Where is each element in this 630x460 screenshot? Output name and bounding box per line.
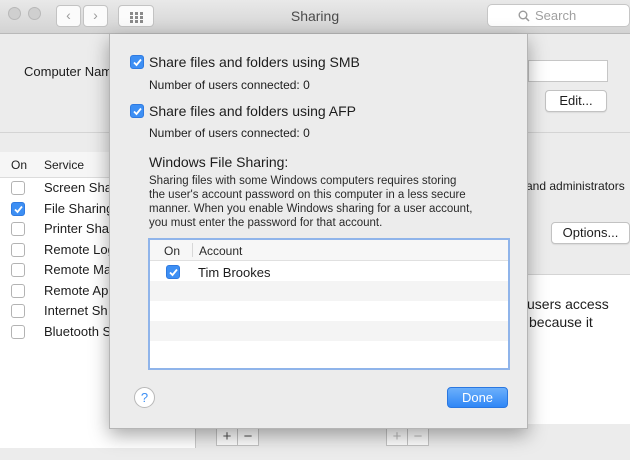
service-checkbox[interactable]	[11, 181, 25, 195]
users-access-line1: users access	[527, 296, 609, 312]
search-icon	[518, 10, 530, 22]
title-bar: ‹ › Sharing Search	[0, 0, 630, 34]
edit-button[interactable]: Edit...	[545, 90, 607, 112]
description-line: you must enter the password for that acc…	[149, 217, 383, 229]
service-checkbox[interactable]	[11, 242, 25, 257]
accounts-table[interactable]: On Account Tim Brookes	[148, 238, 510, 370]
computer-name-label: Computer Nam	[24, 64, 113, 79]
service-checkbox[interactable]	[11, 283, 25, 298]
checkmark-icon	[14, 205, 23, 213]
afp-checkbox[interactable]	[130, 104, 144, 118]
service-name: Screen Sha	[44, 180, 112, 195]
description-line: the user's account password on this comp…	[149, 189, 466, 201]
admins-text: and administrators	[526, 179, 625, 193]
done-button[interactable]: Done	[447, 387, 508, 408]
service-checkbox[interactable]	[11, 324, 25, 339]
service-name: Printer Sha	[44, 221, 110, 236]
afp-label: Share files and folders using AFP	[149, 103, 357, 119]
table-row-empty	[150, 341, 508, 361]
remove-user-button[interactable]: −	[407, 428, 429, 446]
table-row-empty	[150, 321, 508, 341]
header-service: Service	[44, 158, 85, 172]
description-line: Sharing files with some Windows computer…	[149, 175, 457, 187]
help-button[interactable]: ?	[134, 387, 155, 408]
service-checkbox[interactable]	[11, 304, 25, 318]
table-row-empty	[150, 281, 508, 301]
service-name: Bluetooth S	[44, 323, 112, 339]
service-checkbox[interactable]	[11, 201, 25, 216]
checkmark-icon	[133, 58, 142, 67]
table-row[interactable]: Tim Brookes	[150, 261, 508, 281]
remove-folder-button[interactable]: −	[237, 428, 259, 446]
windows-sharing-description: Sharing files with some Windows computer…	[149, 174, 509, 230]
service-checkbox[interactable]	[11, 222, 25, 236]
computer-name-field[interactable]	[528, 60, 608, 82]
smb-checkbox[interactable]	[130, 55, 144, 69]
file-sharing-options-sheet: Share files and folders using SMB Number…	[109, 34, 528, 429]
service-name: Internet Sh	[44, 303, 108, 318]
service-name: Remote Ma	[44, 262, 112, 277]
account-checkbox[interactable]	[166, 265, 180, 279]
search-placeholder: Search	[535, 8, 577, 23]
smb-users-connected: Number of users connected: 0	[149, 78, 310, 92]
header-on: On	[11, 158, 28, 172]
windows-sharing-heading: Windows File Sharing:	[149, 154, 289, 170]
column-account: Account	[199, 244, 243, 258]
smb-label: Share files and folders using SMB	[149, 54, 360, 70]
service-name: File Sharing	[44, 200, 114, 216]
column-separator	[192, 243, 193, 257]
account-name: Tim Brookes	[198, 265, 271, 280]
column-on: On	[164, 244, 181, 258]
table-row-empty	[150, 301, 508, 321]
search-input[interactable]: Search	[487, 4, 630, 27]
description-line: manner. When you enable Windows sharing …	[149, 203, 473, 215]
checkmark-icon	[169, 268, 178, 277]
add-folder-button[interactable]: +	[216, 428, 238, 446]
users-access-line2: because it	[529, 314, 593, 330]
checkmark-icon	[133, 107, 142, 116]
service-name: Remote Ap	[44, 282, 109, 298]
add-user-button[interactable]: +	[386, 428, 408, 446]
service-name: Remote Log	[44, 241, 115, 257]
afp-users-connected: Number of users connected: 0	[149, 126, 310, 140]
service-checkbox[interactable]	[11, 263, 25, 277]
accounts-table-header: On Account	[150, 240, 508, 261]
options-button[interactable]: Options...	[551, 222, 630, 244]
